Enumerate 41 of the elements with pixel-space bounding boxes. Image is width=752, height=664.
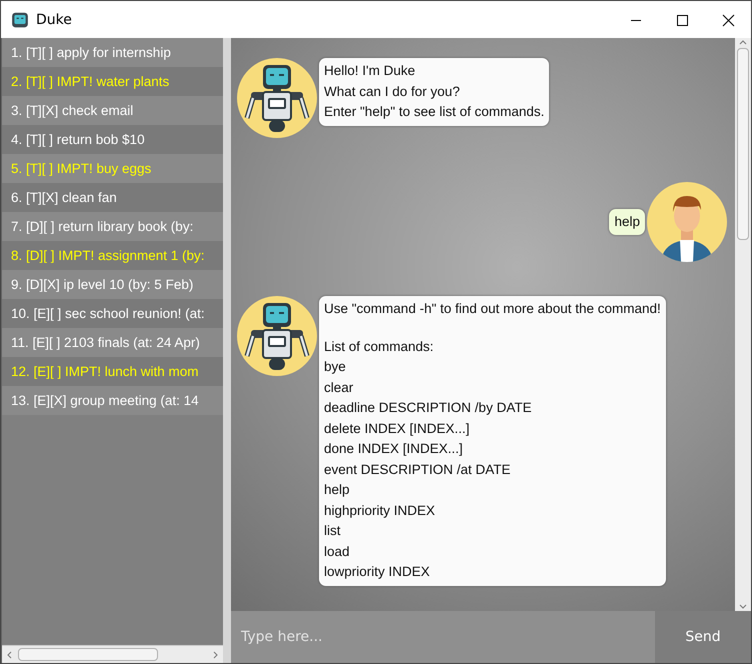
- task-item[interactable]: 2. [T][ ] IMPT! water plants: [2, 67, 223, 96]
- task-item[interactable]: 3. [T][X] check email: [2, 96, 223, 125]
- task-item[interactable]: 11. [E][ ] 2103 finals (at: 24 Apr): [2, 328, 223, 357]
- task-item[interactable]: 12. [E][ ] IMPT! lunch with mom: [2, 357, 223, 386]
- task-item[interactable]: 10. [E][ ] sec school reunion! (at:: [2, 299, 223, 328]
- message-text: load: [324, 542, 351, 560]
- task-item[interactable]: 13. [E][X] group meeting (at: 14: [2, 386, 223, 415]
- window-title: Duke: [36, 12, 72, 28]
- message-text: List of commands:: [324, 338, 435, 356]
- robot-avatar-icon: [237, 296, 317, 376]
- horizontal-scrollbar[interactable]: [2, 645, 223, 663]
- task-item[interactable]: 1. [T][ ] apply for internship: [2, 38, 223, 67]
- message-text: help: [614, 212, 640, 231]
- task-item[interactable]: 9. [D][X] ip level 10 (by: 5 Feb): [2, 270, 223, 299]
- send-button[interactable]: Send: [655, 611, 751, 663]
- message-text: highpriority INDEX: [324, 502, 436, 520]
- message-text: What can I do for you?: [324, 82, 461, 101]
- task-item[interactable]: 8. [D][ ] IMPT! assignment 1 (by:: [2, 241, 223, 270]
- message-text: Enter "help" to see list of commands.: [324, 103, 544, 121]
- vertical-scrollbar[interactable]: [735, 38, 751, 611]
- message-text: deadline DESCRIPTION /by DATE: [324, 399, 533, 417]
- message-text: clear: [324, 378, 354, 396]
- message-text: bye: [324, 358, 347, 376]
- person-avatar-icon: [647, 182, 727, 262]
- message-text: help: [324, 481, 351, 499]
- robot-head-icon: [11, 10, 29, 28]
- task-item[interactable]: 5. [T][ ] IMPT! buy eggs: [2, 154, 223, 183]
- message-text: delete INDEX [INDEX...]: [324, 420, 471, 438]
- message-text: Use "command -h" to find out more about the command!: [324, 300, 661, 318]
- task-item[interactable]: 7. [D][ ] return library book (by:: [2, 212, 223, 241]
- message-text: event DESCRIPTION /at DATE: [324, 460, 512, 478]
- message-input-field[interactable]: Type here...: [231, 611, 655, 663]
- robot-avatar-icon: [237, 58, 317, 138]
- scrollbar-thumb[interactable]: [18, 648, 158, 661]
- message-text: Hello! I'm Duke: [324, 62, 416, 80]
- message-text: done INDEX [INDEX...]: [324, 440, 464, 458]
- task-item[interactable]: 4. [T][ ] return bob $10: [2, 125, 223, 154]
- task-item[interactable]: 6. [T][X] clean fan: [2, 183, 223, 212]
- message-text: list: [324, 522, 342, 540]
- message-text: lowpriority INDEX: [324, 563, 431, 581]
- scrollbar-thumb[interactable]: [737, 48, 749, 240]
